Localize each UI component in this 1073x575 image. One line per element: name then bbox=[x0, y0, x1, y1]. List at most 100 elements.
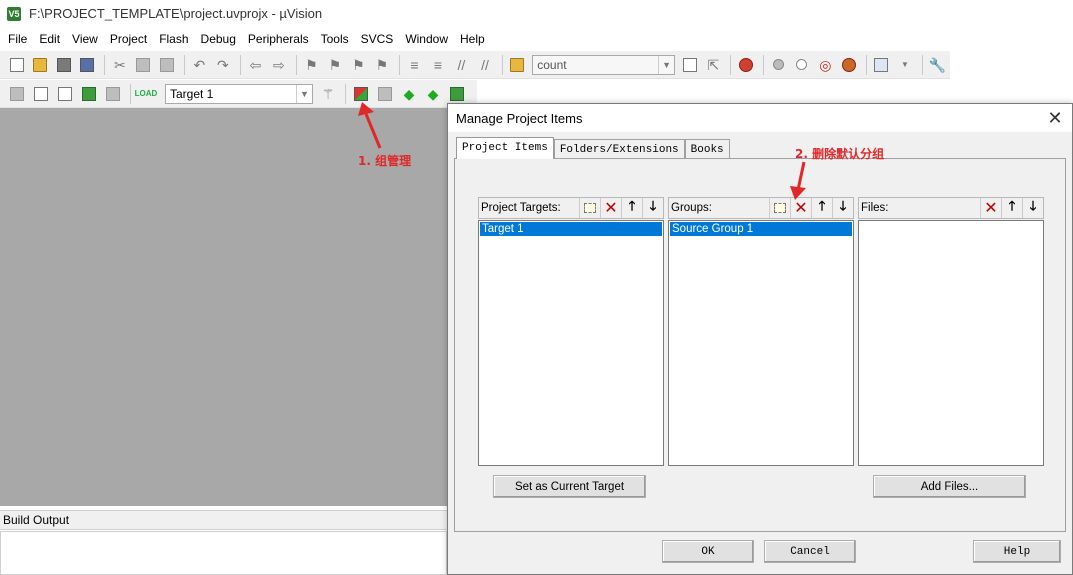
menu-edit[interactable]: Edit bbox=[33, 28, 66, 50]
menu-window[interactable]: Window bbox=[399, 28, 454, 50]
tab-folders-extensions[interactable]: Folders/Extensions bbox=[553, 139, 685, 159]
menu-debug[interactable]: Debug bbox=[195, 28, 242, 50]
menu-project[interactable]: Project bbox=[104, 28, 153, 50]
navigate-back-button[interactable]: ⇦ bbox=[245, 54, 267, 76]
ok-button[interactable]: OK bbox=[662, 540, 754, 563]
open-file-button[interactable] bbox=[30, 54, 52, 76]
menu-peripherals[interactable]: Peripherals bbox=[242, 28, 315, 50]
download-button[interactable]: LOAD bbox=[135, 83, 158, 105]
manage-project-items-dialog: Manage Project Items ✕ Project Items Fol… bbox=[447, 103, 1073, 575]
batch-build-icon bbox=[82, 86, 96, 101]
menu-tools[interactable]: Tools bbox=[315, 28, 355, 50]
find-button[interactable] bbox=[679, 54, 701, 76]
menu-view[interactable]: View bbox=[66, 28, 104, 50]
move-file-down-button[interactable]: 🡓 bbox=[1022, 198, 1043, 218]
unindent-icon: ≡ bbox=[433, 56, 443, 73]
project-targets-panel: Project Targets: ✕ 🡑 🡓 Target 1 bbox=[478, 197, 664, 466]
menu-bar: File Edit View Project Flash Debug Perip… bbox=[0, 28, 1073, 50]
groups-list[interactable]: Source Group 1 bbox=[668, 220, 854, 466]
window-layout-dropdown[interactable]: ▼ bbox=[894, 54, 916, 76]
toolbar-separator bbox=[345, 83, 346, 104]
redo-button[interactable]: ↷ bbox=[212, 54, 234, 76]
target-options-button[interactable]: ⚚ bbox=[317, 83, 339, 105]
kill-breakpoints-button[interactable] bbox=[838, 54, 860, 76]
build-output-title: Build Output bbox=[0, 510, 447, 530]
indent-button[interactable]: ≡ bbox=[404, 54, 426, 76]
arrow-up-icon: 🡑 bbox=[1008, 198, 1016, 213]
list-item[interactable]: Target 1 bbox=[480, 222, 662, 236]
help-button[interactable]: Help bbox=[973, 540, 1061, 563]
move-group-down-button[interactable]: 🡓 bbox=[832, 198, 853, 218]
window-layout-button[interactable] bbox=[871, 54, 893, 76]
cut-button[interactable]: ✂ bbox=[109, 54, 131, 76]
debug-session-button[interactable] bbox=[735, 54, 757, 76]
translate-button[interactable] bbox=[6, 83, 28, 105]
move-target-down-button[interactable]: 🡓 bbox=[642, 198, 663, 218]
target-select[interactable]: Target 1 ▼ bbox=[165, 83, 313, 104]
stop-build-button[interactable] bbox=[102, 83, 124, 105]
files-header: Files: ✕ 🡑 🡓 bbox=[858, 197, 1044, 219]
bookmark-button[interactable]: ⚑ bbox=[301, 54, 323, 76]
tab-books[interactable]: Books bbox=[684, 139, 730, 159]
menu-file[interactable]: File bbox=[2, 28, 33, 50]
incremental-find-button[interactable]: ⇱ bbox=[703, 54, 725, 76]
delete-file-button[interactable]: ✕ bbox=[980, 198, 1001, 218]
clear-bookmarks-button[interactable]: ⚑ bbox=[371, 54, 393, 76]
build-button[interactable] bbox=[30, 83, 52, 105]
toolbar-separator bbox=[104, 54, 106, 75]
unindent-button[interactable]: ≡ bbox=[427, 54, 449, 76]
navigate-forward-button[interactable]: ⇨ bbox=[268, 54, 290, 76]
cancel-button[interactable]: Cancel bbox=[764, 540, 856, 563]
paste-button[interactable] bbox=[156, 54, 178, 76]
list-item[interactable]: Source Group 1 bbox=[670, 222, 852, 236]
arrow-down-icon: 🡓 bbox=[839, 198, 847, 213]
delete-target-button[interactable]: ✕ bbox=[600, 198, 621, 218]
tab-project-items[interactable]: Project Items bbox=[456, 137, 554, 159]
disable-breakpoints-button[interactable]: ◎ bbox=[815, 54, 837, 76]
configure-button[interactable]: 🔧 bbox=[927, 54, 949, 76]
save-button[interactable] bbox=[53, 54, 75, 76]
find-icon bbox=[682, 57, 697, 72]
project-targets-list[interactable]: Target 1 bbox=[478, 220, 664, 466]
chevron-down-icon[interactable]: ▼ bbox=[658, 55, 674, 74]
new-file-button[interactable] bbox=[6, 54, 28, 76]
find-in-files-button[interactable] bbox=[507, 54, 529, 76]
dialog-tabs: Project Items Folders/Extensions Books bbox=[456, 137, 730, 159]
uncomment-button[interactable]: // bbox=[474, 54, 496, 76]
arrow-down-icon: 🡓 bbox=[1029, 198, 1037, 213]
manage-rte-button[interactable]: ◆ bbox=[398, 83, 420, 105]
toolbar-separator bbox=[865, 54, 867, 75]
enable-breakpoint-button[interactable] bbox=[791, 54, 813, 76]
prev-bookmark-button[interactable]: ⚑ bbox=[324, 54, 346, 76]
set-current-target-button[interactable]: Set as Current Target bbox=[493, 475, 646, 498]
menu-help[interactable]: Help bbox=[454, 28, 491, 50]
bookmark-flag-icon: ⚑ bbox=[305, 56, 318, 73]
pack-maintain-button[interactable] bbox=[446, 83, 468, 105]
move-target-up-button[interactable]: 🡑 bbox=[621, 198, 642, 218]
menu-flash[interactable]: Flash bbox=[153, 28, 194, 50]
rebuild-button[interactable] bbox=[54, 83, 76, 105]
copy-button[interactable] bbox=[133, 54, 155, 76]
menu-svcs[interactable]: SVCS bbox=[355, 28, 400, 50]
arrow-left-icon: ⇦ bbox=[249, 56, 262, 73]
undo-button[interactable]: ↶ bbox=[189, 54, 211, 76]
add-files-button[interactable]: Add Files... bbox=[873, 475, 1026, 498]
annotation-arrow-2 bbox=[790, 161, 806, 200]
comment-button[interactable]: // bbox=[451, 54, 473, 76]
batch-build-button[interactable] bbox=[78, 83, 100, 105]
files-list[interactable] bbox=[858, 220, 1044, 466]
next-bookmark-button[interactable]: ⚑ bbox=[348, 54, 370, 76]
find-combo[interactable]: count ▼ bbox=[532, 54, 676, 75]
chevron-down-icon[interactable]: ▼ bbox=[296, 84, 312, 103]
save-all-button[interactable] bbox=[77, 54, 99, 76]
pack-installer-button[interactable]: ◆ bbox=[422, 83, 444, 105]
close-icon[interactable]: ✕ bbox=[1038, 104, 1072, 132]
build-output-pane[interactable] bbox=[0, 531, 447, 575]
new-target-button[interactable] bbox=[579, 198, 600, 218]
project-targets-header: Project Targets: ✕ 🡑 🡓 bbox=[478, 197, 664, 219]
insert-breakpoint-button[interactable] bbox=[768, 54, 790, 76]
comment-icon: // bbox=[457, 56, 466, 73]
move-file-up-button[interactable]: 🡑 bbox=[1001, 198, 1022, 218]
magic-wand-icon: ⚚ bbox=[321, 85, 335, 102]
prev-bookmark-icon: ⚑ bbox=[328, 56, 342, 73]
